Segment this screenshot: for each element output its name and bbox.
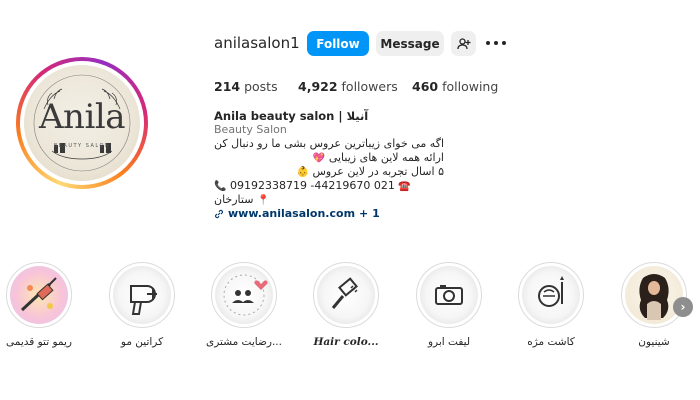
highlight-hair-color[interactable] — [313, 262, 379, 328]
avatar-logo-subtitle: BEAUTY SALON — [53, 143, 111, 149]
highlight-satisfaction[interactable] — [211, 262, 277, 328]
following-label: following — [442, 79, 499, 94]
tattoo-remove-icon — [20, 277, 57, 312]
highlight-tattoo-remove[interactable] — [6, 262, 72, 328]
hairstyle-portrait-icon — [639, 274, 669, 320]
highlight-hairstyle[interactable] — [621, 262, 687, 328]
bio-category: Beauty Salon — [214, 123, 287, 136]
eyelash-extension-icon — [538, 276, 564, 307]
followers-number: 4,922 — [298, 79, 338, 94]
bio-line-2: ارائه همه لاین های زیبایی 💖 — [214, 151, 444, 164]
highlight-eyebrow-lift[interactable] — [416, 262, 482, 328]
phone-icon: 📞 — [214, 181, 227, 192]
highlight-eyelash[interactable] — [518, 262, 584, 328]
bio-phone-text: 09192338719 -44219670 021 — [229, 179, 395, 192]
highlight-label: لیفت ابرو — [427, 336, 471, 348]
follow-button[interactable]: Follow — [307, 31, 369, 56]
avatar-image: Anila BEAUTY SALON — [24, 65, 140, 181]
customer-satisfaction-icon — [223, 274, 268, 316]
bio-line-1: اگه می خوای زیباترین عروس بشی ما رو دنبا… — [214, 137, 444, 150]
profile-username: anilasalon1 — [214, 34, 300, 52]
following-count[interactable]: 460 following — [412, 79, 498, 94]
highlight-label: شینیون — [638, 336, 670, 348]
bio-link-url[interactable]: www.anilasalon.com — [228, 207, 355, 220]
bio-line-2-text: ارائه همه لاین های زیبایی — [328, 151, 444, 164]
baby-icon: 👶 — [296, 167, 309, 178]
posts-count: 214 posts — [214, 79, 278, 94]
link-icon — [215, 209, 223, 218]
bio-location-text: ستارخان — [214, 193, 254, 206]
message-button[interactable]: Message — [376, 31, 444, 56]
posts-label: posts — [244, 79, 278, 94]
suggest-users-button[interactable] — [451, 31, 476, 56]
hair-dryer-icon — [130, 285, 157, 315]
bio-link-more[interactable]: + 1 — [359, 207, 380, 220]
following-number: 460 — [412, 79, 439, 94]
highlight-label: کراتین مو — [120, 336, 164, 348]
add-user-icon — [456, 37, 470, 49]
highlight-label: کاشت مژه — [527, 336, 575, 348]
bio-line-3: ۵ اسال تجربه در لاین عروس 👶 — [214, 165, 444, 178]
chevron-right-icon[interactable]: › — [673, 297, 693, 317]
highlight-label: رضایت مشتری... — [206, 336, 282, 348]
pin-icon: 📍 — [256, 195, 270, 206]
more-horizontal-icon[interactable] — [486, 34, 506, 52]
bio-line-4: 📞 09192338719 -44219670 021 ☎️ — [214, 179, 444, 192]
eyebrow-lift-icon — [435, 285, 463, 305]
highlight-label: Hair colo... — [313, 336, 379, 348]
avatar-logo-text: Anila — [39, 97, 125, 137]
highlight-label: ریمو تتو قدیمی — [6, 336, 72, 348]
heart-icon: 💖 — [312, 153, 326, 164]
bio-line-5: ستارخان 📍 — [214, 193, 444, 206]
bio-line-3-text: ۵ اسال تجربه در لاین عروس — [312, 165, 444, 178]
posts-number: 214 — [214, 79, 241, 94]
profile-avatar[interactable]: Anila BEAUTY SALON — [16, 57, 148, 189]
bio-name: Anila beauty salon | آنیلا — [214, 109, 369, 123]
followers-count[interactable]: 4,922 followers — [298, 79, 398, 94]
followers-label: followers — [341, 79, 398, 94]
telephone-icon: ☎️ — [398, 181, 411, 192]
bio-link[interactable]: www.anilasalon.com + 1 — [214, 207, 380, 220]
highlight-keratin[interactable] — [109, 262, 175, 328]
hair-color-brush-icon — [331, 277, 358, 309]
